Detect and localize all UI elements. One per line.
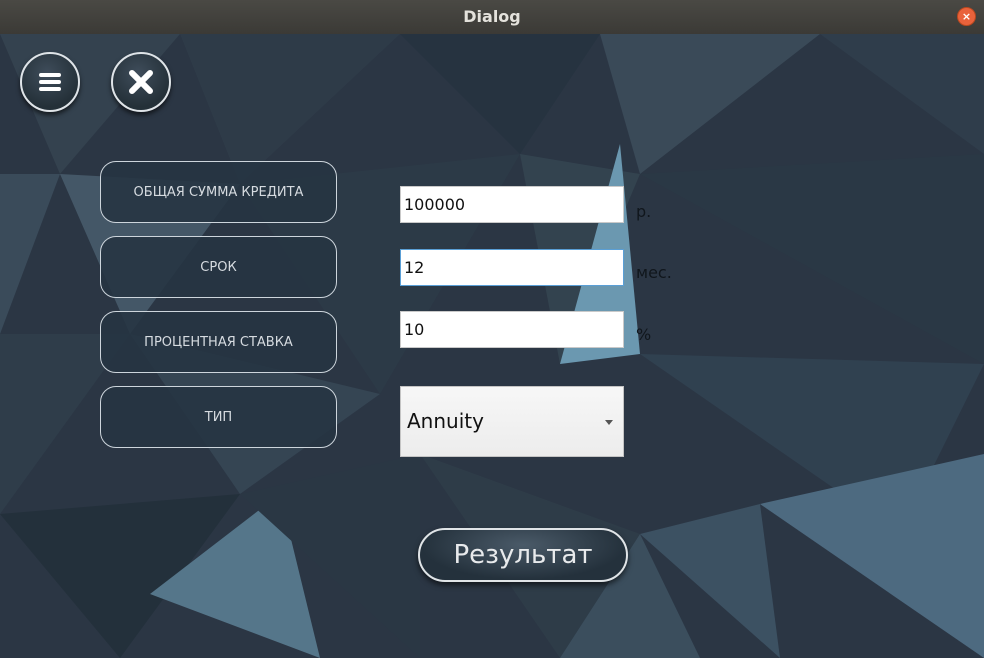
dialog-content: ОБЩАЯ СУММА КРЕДИТА СРОК ПРОЦЕНТНАЯ СТАВ… bbox=[0, 34, 984, 658]
term-label: СРОК bbox=[200, 259, 237, 275]
close-dialog-button[interactable] bbox=[111, 52, 171, 112]
type-label: ТИП bbox=[204, 409, 233, 425]
title-bar: Dialog × bbox=[0, 0, 984, 34]
loan-type-value: Annuity bbox=[407, 409, 484, 433]
close-x-icon bbox=[129, 70, 153, 94]
rate-unit: % bbox=[636, 325, 652, 344]
close-icon: × bbox=[961, 10, 972, 23]
term-unit: мес. bbox=[636, 263, 672, 282]
term-input[interactable] bbox=[400, 249, 624, 286]
window-close-button[interactable]: × bbox=[957, 7, 976, 26]
amount-unit: р. bbox=[636, 202, 652, 221]
loan-type-select[interactable]: Annuity bbox=[400, 386, 624, 457]
rate-label-button[interactable]: ПРОЦЕНТНАЯ СТАВКА bbox=[100, 311, 337, 373]
rate-input[interactable] bbox=[400, 311, 624, 348]
amount-input[interactable] bbox=[400, 186, 624, 223]
dialog-window: Dialog × ОБЩАЯ СУММА КРЕДИТА СРОК ПРОЦЕН… bbox=[0, 0, 984, 658]
type-label-button[interactable]: ТИП bbox=[100, 386, 337, 448]
rate-label: ПРОЦЕНТНАЯ СТАВКА bbox=[144, 334, 293, 350]
result-button-label: Результат bbox=[453, 540, 593, 570]
total-amount-label-button[interactable]: ОБЩАЯ СУММА КРЕДИТА bbox=[100, 161, 337, 223]
menu-button[interactable] bbox=[20, 52, 80, 112]
term-label-button[interactable]: СРОК bbox=[100, 236, 337, 298]
window-title: Dialog bbox=[463, 7, 521, 26]
dropdown-arrow-icon bbox=[605, 420, 613, 425]
result-button[interactable]: Результат bbox=[418, 528, 628, 582]
total-amount-label: ОБЩАЯ СУММА КРЕДИТА bbox=[133, 184, 304, 200]
menu-icon bbox=[39, 73, 61, 91]
